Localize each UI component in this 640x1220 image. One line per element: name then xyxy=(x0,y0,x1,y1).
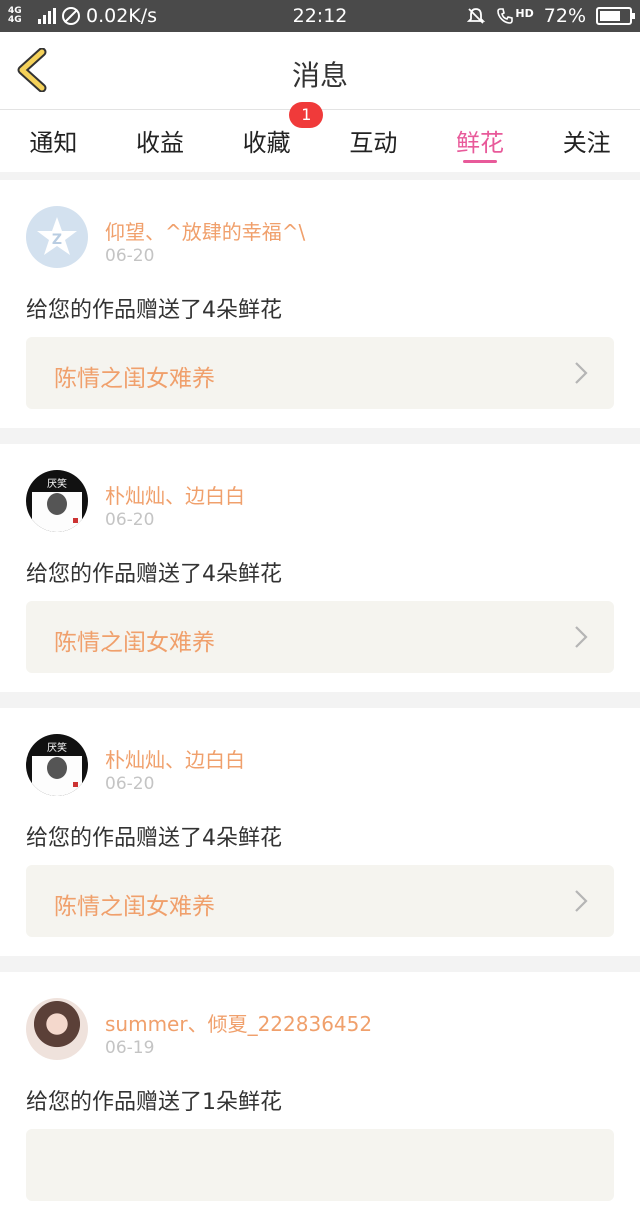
work-link[interactable]: 陈情之闺女难养 xyxy=(26,337,614,409)
message-text: 给您的作品赠送了4朵鲜花 xyxy=(26,298,282,323)
message-text: 给您的作品赠送了4朵鲜花 xyxy=(26,562,282,587)
message-list: Z 仰望、^放肆的幸福^\ 06-20 给您的作品赠送了4朵鲜花 陈情之闺女难养… xyxy=(0,180,640,1220)
avatar-text: 厌笑 xyxy=(47,479,67,490)
tab-label: 收益 xyxy=(136,129,184,157)
avatar-image xyxy=(32,492,82,532)
tab-label: 通知 xyxy=(29,129,78,157)
chevron-right-icon xyxy=(575,362,588,384)
chevron-right-icon xyxy=(575,626,588,648)
status-bar: 4G 4G 0.02K/s 22:12 HD 72% xyxy=(0,0,640,32)
message-date: 06-20 xyxy=(105,774,155,794)
tab-notifications[interactable]: 通知 xyxy=(0,110,107,172)
work-title: 陈情之闺女难养 xyxy=(54,630,215,656)
tab-interactions[interactable]: 互动 xyxy=(320,110,427,172)
battery-icon xyxy=(596,7,635,25)
tab-favorites[interactable]: 收藏 1 xyxy=(213,102,324,172)
message-text: 给您的作品赠送了1朵鲜花 xyxy=(26,1090,282,1115)
phone-icon xyxy=(497,8,514,24)
message-date: 06-20 xyxy=(105,246,155,266)
sender-names[interactable]: 朴灿灿、边白白 xyxy=(105,480,245,509)
active-tab-indicator xyxy=(463,160,498,163)
message-card: summer、倾夏_222836452 06-19 给您的作品赠送了1朵鲜花 xyxy=(0,972,640,1220)
message-date: 06-20 xyxy=(105,510,155,530)
svg-text:Z: Z xyxy=(52,232,62,248)
app-header: 消息 xyxy=(0,32,640,110)
tab-flowers[interactable]: 鲜花 xyxy=(427,110,534,172)
avatar[interactable]: 厌笑 xyxy=(26,470,88,532)
sender-names[interactable]: summer、倾夏_222836452 xyxy=(105,1008,372,1037)
tab-earnings[interactable]: 收益 xyxy=(107,110,214,172)
message-card: Z 仰望、^放肆的幸福^\ 06-20 给您的作品赠送了4朵鲜花 陈情之闺女难养 xyxy=(0,180,640,428)
avatar[interactable] xyxy=(26,998,88,1060)
avatar-image xyxy=(32,756,82,796)
avatar[interactable]: 厌笑 xyxy=(26,734,88,796)
page-title: 消息 xyxy=(291,59,348,92)
avatar[interactable]: Z xyxy=(26,206,88,268)
message-text: 给您的作品赠送了4朵鲜花 xyxy=(26,826,282,851)
message-card: 厌笑 朴灿灿、边白白 06-20 给您的作品赠送了4朵鲜花 陈情之闺女难养 xyxy=(0,708,640,956)
hd-label: HD xyxy=(515,7,534,20)
work-link[interactable]: 陈情之闺女难养 xyxy=(26,865,614,937)
status-right: HD 72% xyxy=(466,5,635,27)
tab-bar: 通知 收益 收藏 1 互动 鲜花 关注 xyxy=(0,102,640,172)
tab-label: 关注 xyxy=(562,129,611,157)
work-title: 陈情之闺女难养 xyxy=(54,894,215,920)
sender-names[interactable]: 仰望、^放肆的幸福^\ xyxy=(105,216,305,245)
message-date: 06-19 xyxy=(105,1038,155,1058)
work-link[interactable]: 陈情之闺女难养 xyxy=(26,601,614,673)
work-link[interactable] xyxy=(26,1129,614,1201)
battery-percent: 72% xyxy=(543,5,586,27)
tab-label: 鲜花 xyxy=(456,129,505,157)
tab-follows[interactable]: 关注 xyxy=(533,110,640,172)
avatar-text: 厌笑 xyxy=(47,743,67,754)
unread-badge: 1 xyxy=(289,102,324,128)
qq-star-icon: Z xyxy=(37,217,77,255)
message-card: 厌笑 朴灿灿、边白白 06-20 给您的作品赠送了4朵鲜花 陈情之闺女难养 xyxy=(0,444,640,692)
work-title: 陈情之闺女难养 xyxy=(54,366,215,392)
tab-label: 互动 xyxy=(349,129,398,157)
bell-muted-icon xyxy=(467,8,486,24)
chevron-right-icon xyxy=(575,890,588,912)
tab-label: 收藏 xyxy=(242,129,291,157)
sender-names[interactable]: 朴灿灿、边白白 xyxy=(105,744,245,773)
